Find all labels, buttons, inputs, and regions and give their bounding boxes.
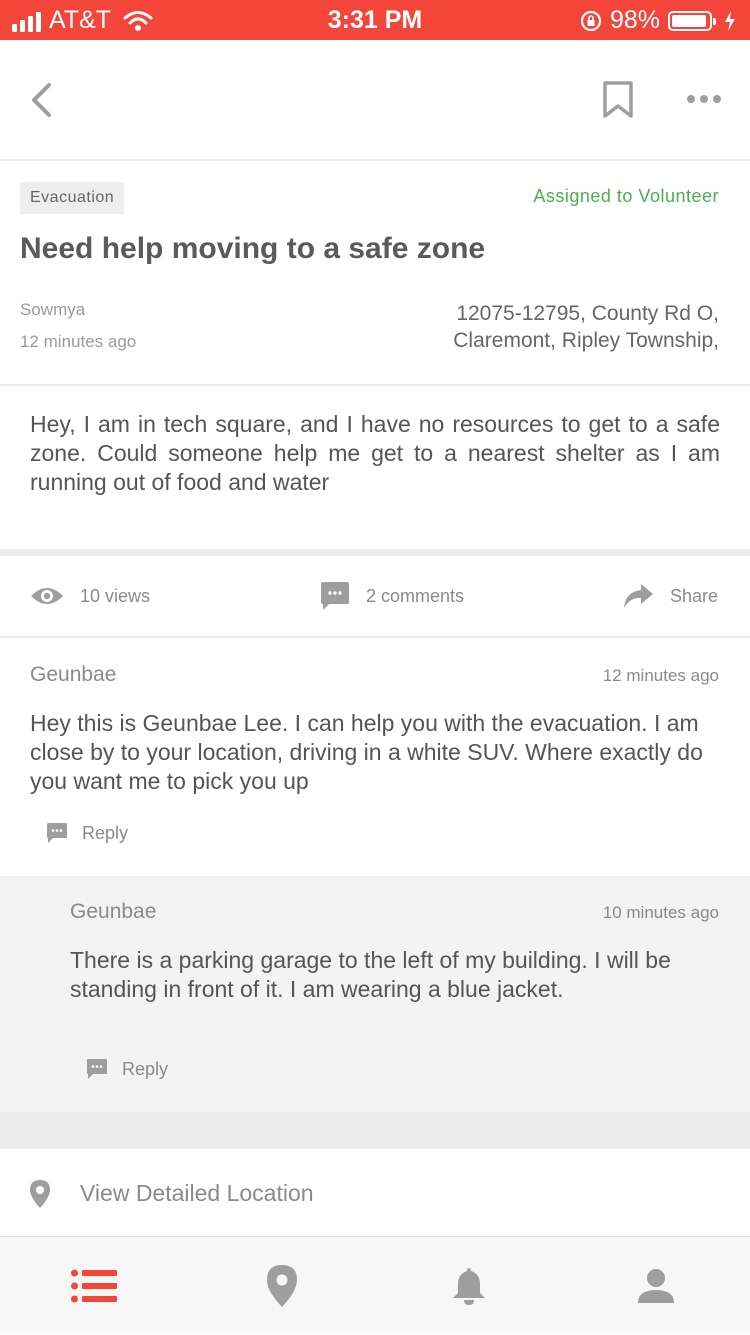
status-bar: AT&T 3:31 PM 98%: [0, 0, 750, 40]
battery-icon: [668, 10, 716, 31]
profile-icon: [638, 1269, 674, 1303]
view-location-link[interactable]: View Detailed Location: [0, 1148, 750, 1237]
assignment-status: Assigned to Volunteer: [533, 186, 719, 206]
post-time: 12 minutes ago: [20, 332, 137, 351]
tab-feed[interactable]: [0, 1237, 188, 1335]
divider: [0, 636, 750, 638]
section-divider: [0, 549, 750, 556]
share-label: Share: [670, 585, 719, 606]
divider: [0, 384, 750, 386]
comment-text: There is a parking garage to the left of…: [70, 947, 671, 1002]
reply-icon: [87, 1059, 107, 1079]
comment-time: 12 minutes ago: [602, 666, 719, 685]
views-count: 10 views: [80, 585, 151, 606]
address-line-1: 12075-12795, County Rd O,: [456, 302, 719, 325]
post-body: Hey, I am in tech square, and I have no …: [30, 411, 720, 495]
nav-header: [0, 40, 750, 161]
share-icon: [624, 584, 653, 608]
post-author: Sowmya: [20, 300, 86, 319]
bell-icon: [453, 1268, 485, 1305]
tab-profile[interactable]: [562, 1237, 750, 1335]
comment-time: 10 minutes ago: [602, 903, 719, 922]
section-divider: [0, 1112, 750, 1148]
comments-count: 2 comments: [366, 585, 465, 606]
back-button[interactable]: [22, 78, 62, 122]
reply-button[interactable]: Reply: [86, 1058, 168, 1080]
battery-percent: 98%: [609, 6, 660, 34]
share-button[interactable]: Share: [622, 556, 718, 636]
reply-label: Reply: [122, 1058, 169, 1079]
comment-author: Geunbae: [30, 663, 117, 686]
tab-bar: [0, 1236, 750, 1334]
stats-row: 10 views 2 comments Share: [0, 556, 750, 636]
location-pin-icon: [30, 1180, 50, 1208]
bookmark-icon: [603, 81, 633, 118]
list-icon: [71, 1269, 117, 1303]
eye-icon: [31, 588, 63, 604]
status-right: 98%: [580, 6, 736, 35]
map-pin-icon: [267, 1265, 297, 1307]
comment-text: Hey this is Geunbae Lee. I can help you …: [30, 710, 703, 794]
comments-stat[interactable]: 2 comments: [320, 556, 464, 636]
address-line-2: Claremont, Ripley Township,: [453, 329, 719, 352]
post-title: Need help moving to a safe zone: [20, 232, 486, 265]
bookmark-button[interactable]: [598, 78, 638, 122]
more-button[interactable]: [682, 84, 726, 114]
view-location-label: View Detailed Location: [80, 1180, 314, 1206]
reply-label: Reply: [82, 822, 129, 843]
tab-notifications[interactable]: [375, 1237, 563, 1335]
reply-button[interactable]: Reply: [46, 822, 128, 844]
back-icon: [32, 83, 51, 117]
nested-reply: Geunbae 10 minutes ago There is a parkin…: [0, 876, 750, 1112]
category-tag: Evacuation: [20, 182, 125, 214]
tab-map[interactable]: [188, 1237, 376, 1335]
more-icon: [687, 95, 721, 103]
charging-icon: [725, 10, 735, 31]
comment-icon: [321, 582, 349, 610]
rotation-lock-icon: [580, 10, 602, 31]
post-address: 12075-12795, County Rd O, Claremont, Rip…: [359, 300, 719, 354]
comment-author: Geunbae: [70, 900, 157, 923]
reply-icon: [47, 823, 67, 843]
views-stat: 10 views: [30, 556, 150, 636]
